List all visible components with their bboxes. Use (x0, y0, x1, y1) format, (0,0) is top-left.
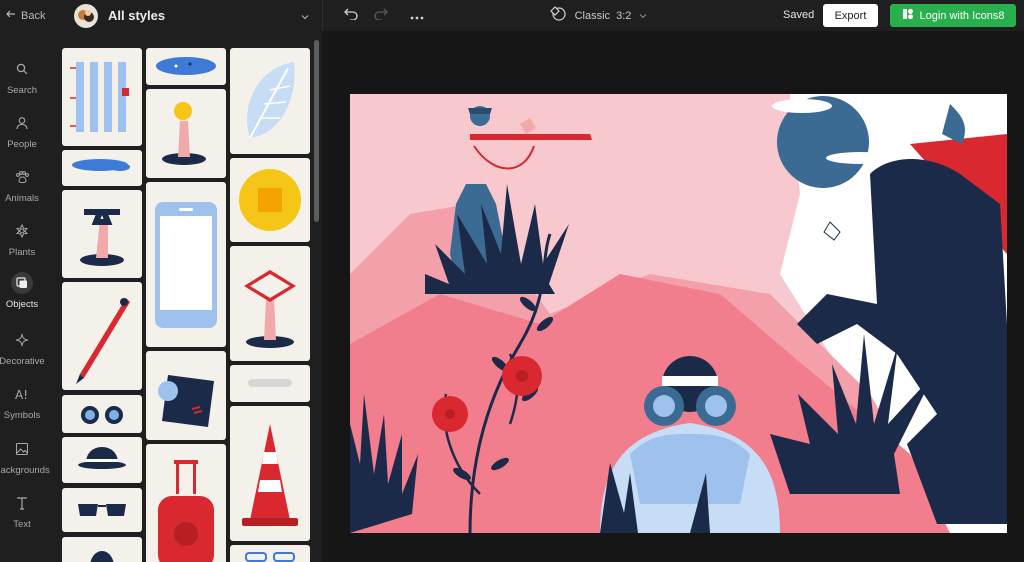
top-toolbar: Classic 3:2 Saved Export Login with Icon… (322, 0, 1024, 31)
text-icon (11, 492, 33, 514)
object-tile-sunglasses[interactable] (62, 488, 142, 532)
nav-item-objects[interactable]: Objects (0, 272, 44, 310)
object-tile-phone[interactable] (146, 182, 226, 347)
object-tile-dark-square[interactable] (146, 351, 226, 440)
object-tile-striped-panel[interactable] (62, 48, 142, 146)
search-icon (11, 58, 33, 80)
object-tile-hand-book[interactable] (230, 246, 310, 361)
chevron-down-icon (300, 9, 310, 27)
canvas-size-dropdown[interactable]: Classic 3:2 (548, 0, 648, 31)
more-options-button[interactable] (406, 0, 428, 31)
more-icon (410, 7, 424, 25)
object-tile-pen[interactable] (62, 282, 142, 390)
symbols-icon: A! (11, 383, 33, 405)
object-tile-traffic-cone[interactable] (230, 406, 310, 541)
undo-icon (344, 7, 358, 25)
object-tile-bag[interactable] (62, 537, 142, 562)
export-button[interactable]: Export (823, 4, 878, 27)
redo-button[interactable] (370, 0, 392, 31)
nav-item-plants[interactable]: Plants (0, 220, 44, 258)
nav-item-label: Backgrounds (0, 465, 50, 476)
aspect-ratio-icon (549, 5, 567, 26)
arrow-left-icon (6, 9, 16, 22)
object-tile-leaf[interactable] (230, 48, 310, 154)
styles-title: All styles (108, 8, 166, 23)
objects-icon (11, 272, 33, 294)
nav-item-text[interactable]: Text (0, 492, 44, 530)
login-label: Login with Icons8 (919, 9, 1005, 22)
object-tile-scroll[interactable] (230, 365, 310, 402)
artboard[interactable] (350, 94, 1007, 533)
illustration-editor: Back Search People Animals Plants Object… (0, 0, 1024, 562)
undo-button[interactable] (340, 0, 362, 31)
object-tile-binoculars[interactable] (62, 395, 142, 433)
object-tile-yellow-circle[interactable] (230, 158, 310, 242)
redo-icon (374, 7, 388, 25)
flower-icon (11, 220, 33, 242)
chevron-down-icon (639, 7, 647, 25)
category-rail: Back Search People Animals Plants Object… (0, 0, 50, 562)
back-button[interactable]: Back (0, 0, 62, 31)
paw-icon (11, 166, 33, 188)
object-tile-hand-coin[interactable] (146, 89, 226, 178)
nav-item-label: Plants (8, 247, 36, 258)
cloud (772, 99, 832, 113)
nav-item-backgrounds[interactable]: Backgrounds (0, 438, 50, 476)
object-tile-glasses[interactable] (230, 545, 310, 562)
cloud (826, 152, 894, 164)
save-status: Saved (783, 9, 815, 21)
object-tile-blue-oval[interactable] (146, 48, 226, 85)
nav-item-label: Animals (5, 193, 39, 204)
back-label: Back (21, 9, 46, 22)
object-tile-bowler-hat[interactable] (62, 437, 142, 483)
object-tile-hand-wrench[interactable] (62, 190, 142, 278)
object-tile-puddle[interactable] (62, 150, 142, 186)
svg-text:A!: A! (15, 388, 28, 401)
sparkle-icon (11, 329, 33, 351)
nav-item-people[interactable]: People (0, 112, 44, 150)
person-icon (11, 112, 33, 134)
nav-item-label: Text (13, 519, 31, 530)
nav-item-label: Decorative (0, 356, 45, 367)
object-tile-suitcase[interactable] (146, 444, 226, 562)
image-icon (11, 438, 33, 460)
nav-item-label: People (7, 139, 37, 150)
style-avatar (74, 3, 98, 28)
panel-scrollbar[interactable] (314, 40, 319, 222)
canvas-size-label: Classic 3:2 (574, 9, 632, 22)
nav-item-search[interactable]: Search (0, 58, 44, 96)
nav-item-label: Symbols (3, 410, 41, 421)
nav-item-label: Search (6, 85, 38, 96)
icons8-logo-icon (902, 8, 914, 23)
nav-item-symbols[interactable]: A! Symbols (0, 383, 44, 421)
login-button[interactable]: Login with Icons8 (890, 4, 1016, 27)
nav-item-animals[interactable]: Animals (0, 166, 44, 204)
nav-item-label: Objects (5, 299, 39, 310)
nav-item-decorative[interactable]: Decorative (0, 329, 45, 367)
style-selector[interactable]: All styles (62, 0, 322, 31)
